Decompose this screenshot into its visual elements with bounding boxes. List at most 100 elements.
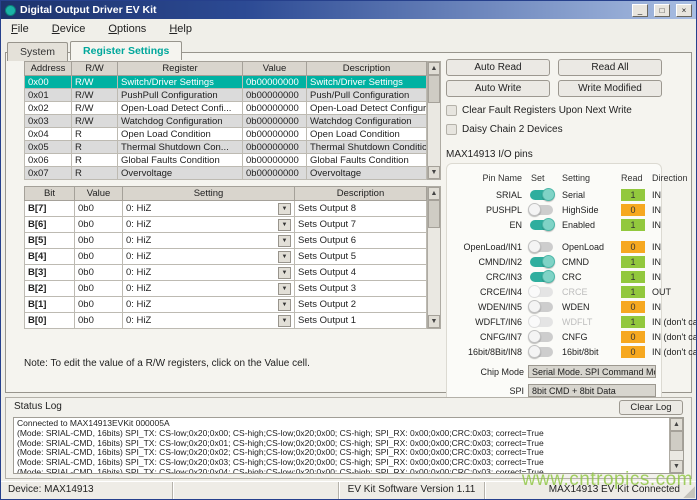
setting-combobox[interactable]: 0: HiZ▼ [126,281,291,296]
pin-toggle-switch[interactable] [530,332,553,342]
bit-description-cell: Sets Output 4 [295,265,427,281]
bit-value-cell: 0b0 [75,313,123,329]
tab-register-settings[interactable]: Register Settings [70,41,182,60]
auto-write-button[interactable]: Auto Write [446,80,550,97]
tab-system[interactable]: System [7,42,68,61]
maximize-button[interactable]: □ [654,4,670,17]
setting-value: 0: HiZ [126,219,151,230]
register-value-cell[interactable]: 0b00000000 [243,128,307,141]
chevron-down-icon[interactable]: ▼ [278,235,291,247]
statusbar-connection: MAX14913 EV Kit Connected [485,482,696,499]
register-table-scrollbar[interactable]: ▲ ▼ [427,61,441,180]
register-value-cell[interactable]: 0b00000000 [243,89,307,102]
chevron-down-icon[interactable]: ▼ [278,315,291,327]
bit-description-cell: Sets Output 8 [295,201,427,217]
pin-toggle-switch[interactable] [530,205,553,215]
register-value-cell[interactable]: 0b00000000 [243,102,307,115]
status-log-area[interactable]: Connected to MAX14913EVKit 000005A(Mode:… [13,417,684,474]
io-pins-title: MAX14913 I/O pins [446,149,662,160]
pin-toggle-switch[interactable] [530,347,553,357]
close-button[interactable]: × [676,4,692,17]
pin-name-label: CMND/IN2 [452,257,524,267]
chevron-down-icon[interactable]: ▼ [278,219,291,231]
pin-toggle-switch[interactable] [530,257,553,267]
col-set: Set [531,173,559,183]
scroll-down-icon[interactable]: ▼ [428,315,440,328]
toggle-knob [528,203,541,216]
scroll-up-icon[interactable]: ▲ [428,62,440,75]
scroll-down-icon[interactable]: ▼ [428,166,440,179]
scroll-down-icon[interactable]: ▼ [670,460,683,473]
clear-log-button[interactable]: Clear Log [619,400,683,415]
register-value-cell[interactable]: 0b00000000 [243,141,307,154]
menu-item-file[interactable]: File [6,21,39,37]
register-row[interactable]: 0x01R/WPushPull Configuration0b00000000P… [25,89,427,102]
register-value-cell[interactable]: 0b00000000 [243,76,307,89]
register-row[interactable]: 0x04ROpen Load Condition0b00000000Open L… [25,128,427,141]
bit-value-cell: 0b0 [75,233,123,249]
register-row[interactable]: 0x00R/WSwitch/Driver Settings0b00000000S… [25,76,427,89]
register-value-cell[interactable]: 0b00000000 [243,115,307,128]
daisy-chain-checkbox[interactable] [446,124,457,135]
pin-toggle-switch[interactable] [530,220,553,230]
pin-setting-label: CMND [562,257,618,267]
setting-combobox[interactable]: 0: HiZ▼ [126,233,291,248]
auto-read-button[interactable]: Auto Read [446,59,550,76]
pin-toggle-switch [530,317,553,327]
pin-read-badge: 1 [621,219,645,231]
register-row[interactable]: 0x07ROvervoltage0b00000000Overvoltage [25,167,427,180]
bit-row: B[0]0b00: HiZ▼Sets Output 1 [25,313,427,329]
scroll-up-icon[interactable]: ▲ [428,187,440,200]
write-modified-button[interactable]: Write Modified [558,80,662,97]
pin-toggle-switch[interactable] [530,272,553,282]
bit-value-cell: 0b0 [75,201,123,217]
register-col-header: R/W [72,62,118,76]
scroll-thumb[interactable] [670,431,683,451]
register-row[interactable]: 0x05RThermal Shutdown Con...0b00000000Th… [25,141,427,154]
chevron-down-icon[interactable]: ▼ [278,267,291,279]
setting-combobox[interactable]: 0: HiZ▼ [126,313,291,328]
bit-label-cell: B[2] [25,281,75,297]
register-row[interactable]: 0x03R/WWatchdog Configuration0b00000000W… [25,115,427,128]
pin-name-label: CRC/IN3 [452,272,524,282]
menu-item-device[interactable]: Device [47,21,96,37]
setting-combobox[interactable]: 0: HiZ▼ [126,297,291,312]
pin-name-label: OpenLoad/IN1 [452,242,524,252]
register-value-cell[interactable]: 0b00000000 [243,154,307,167]
toggle-knob [528,330,541,343]
toggle-knob [542,218,555,231]
scroll-thumb[interactable] [428,75,440,103]
toggle-knob [528,285,541,298]
pin-setting-label: OpenLoad [562,242,618,252]
pin-toggle-switch[interactable] [530,242,553,252]
chevron-down-icon[interactable]: ▼ [278,283,291,295]
log-scrollbar[interactable]: ▲ ▼ [669,418,683,473]
bit-table-scrollbar[interactable]: ▲ ▼ [427,186,441,329]
setting-combobox[interactable]: 0: HiZ▼ [126,201,291,216]
menu-item-help[interactable]: Help [164,21,202,37]
clear-fault-checkbox[interactable] [446,105,457,116]
chevron-down-icon[interactable]: ▼ [278,251,291,263]
register-row[interactable]: 0x06RGlobal Faults Condition0b00000000Gl… [25,154,427,167]
chevron-down-icon[interactable]: ▼ [278,299,291,311]
pin-toggle-switch[interactable] [530,302,553,312]
scroll-up-icon[interactable]: ▲ [670,418,683,431]
setting-combobox[interactable]: 0: HiZ▼ [126,265,291,280]
scroll-thumb[interactable] [428,200,440,228]
register-row[interactable]: 0x02R/WOpen-Load Detect Confi...0b000000… [25,102,427,115]
register-value-cell[interactable]: 0b00000000 [243,167,307,180]
chevron-down-icon[interactable]: ▼ [278,203,291,215]
read-all-button[interactable]: Read All [558,59,662,76]
pin-toggle-switch[interactable] [530,190,553,200]
menu-item-options[interactable]: Options [103,21,156,37]
setting-combobox[interactable]: 0: HiZ ▼ [126,217,291,232]
register-cell: Switch/Driver Settings [307,76,427,89]
pin-setting-label: CRC [562,272,618,282]
minimize-button[interactable]: _ [632,4,648,17]
register-cell: R/W [72,115,118,128]
register-cell: Open-Load Detect Configuration [307,102,427,115]
pin-read-badge: 0 [621,301,645,313]
setting-combobox[interactable]: 0: HiZ▼ [126,249,291,264]
pin-setting-label: 16bit/8bit [562,347,618,357]
resize-grip[interactable] [683,486,695,498]
